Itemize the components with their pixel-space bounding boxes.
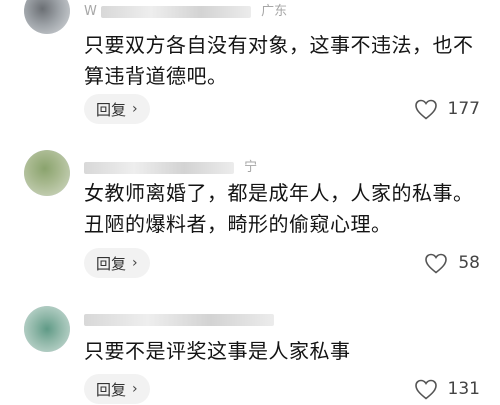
- heart-icon: [414, 99, 437, 120]
- heart-icon: [414, 379, 437, 400]
- location-label: 广东: [261, 4, 288, 18]
- comment-meta: W 广东: [84, 4, 288, 18]
- like-button[interactable]: 177: [414, 94, 480, 124]
- comment-item: W 广东 只要双方各自没有对象，这事不违法，也不算违背道德吧。 回复 › 177: [0, 0, 500, 130]
- reply-button[interactable]: 回复 ›: [84, 374, 150, 404]
- avatar[interactable]: [24, 306, 70, 352]
- like-button[interactable]: 131: [414, 374, 480, 404]
- comment-text: 只要双方各自没有对象，这事不违法，也不算违背道德吧。: [84, 33, 474, 88]
- comment-text: 只要不是评奖这事是人家私事: [84, 339, 351, 363]
- like-count: 58: [458, 253, 480, 273]
- comment-meta: [84, 312, 280, 330]
- reply-button[interactable]: 回复 ›: [84, 248, 150, 278]
- location-label: 宁: [244, 160, 258, 174]
- like-count: 131: [447, 379, 480, 399]
- like-button[interactable]: 58: [424, 248, 480, 278]
- comment-item: 只要不是评奖这事是人家私事 回复 › 131: [0, 300, 500, 405]
- obscured-username: [84, 313, 274, 326]
- chevron-right-icon: ›: [132, 101, 138, 117]
- comment-item: 宁 女教师离婚了，都是成年人，人家的私事。丑陋的爆料者，畸形的偷窥心理。 回复 …: [0, 150, 500, 285]
- obscured-username: [101, 5, 251, 18]
- avatar[interactable]: [24, 150, 70, 196]
- heart-icon: [425, 253, 448, 274]
- avatar[interactable]: [24, 0, 70, 34]
- comment-meta: 宁: [84, 156, 257, 174]
- like-count: 177: [447, 99, 480, 119]
- chevron-right-icon: ›: [132, 381, 138, 397]
- reply-button[interactable]: 回复 ›: [84, 94, 150, 124]
- chevron-right-icon: ›: [132, 255, 138, 271]
- obscured-username: [84, 161, 234, 174]
- comment-text: 女教师离婚了，都是成年人，人家的私事。丑陋的爆料者，畸形的偷窥心理。: [84, 181, 474, 236]
